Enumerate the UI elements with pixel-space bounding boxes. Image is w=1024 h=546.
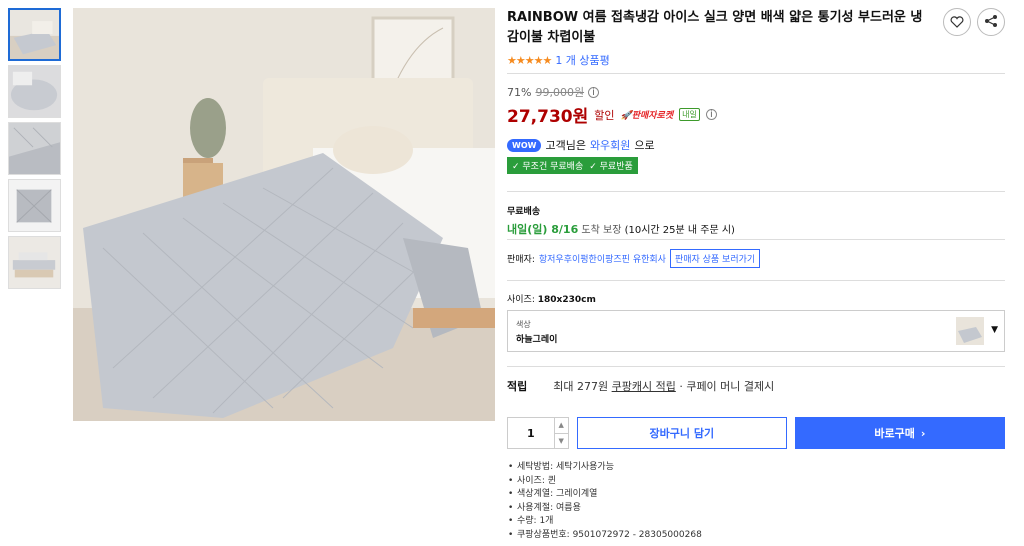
- coupang-cash-link[interactable]: 쿠팡캐시 적립: [612, 380, 676, 393]
- order-deadline: (10시간 25분 내 주문 시): [624, 225, 735, 236]
- thumbnail-3[interactable]: [8, 122, 61, 175]
- seller-name-link[interactable]: 항저우후이펑한이팡즈핀 유한회사: [539, 252, 666, 265]
- info-icon[interactable]: i: [705, 109, 717, 120]
- thumbnail-1[interactable]: [8, 8, 61, 61]
- wow-suffix: 으로: [634, 139, 655, 152]
- current-price: 27,730원: [507, 107, 589, 127]
- tomorrow-badge: 내일: [679, 108, 700, 121]
- share-icon: [984, 13, 998, 32]
- buy-now-button[interactable]: 바로구매 ›: [794, 417, 1005, 449]
- free-return-benefit: ✓ 무료반품: [589, 162, 633, 172]
- quantity-up-icon[interactable]: ▲: [554, 418, 568, 434]
- discount-rate: 71%: [507, 85, 532, 99]
- chevron-right-icon: ›: [920, 426, 926, 440]
- arrival-guarantee: 도착 보장: [581, 225, 622, 236]
- free-shipping-benefit: ✓ 무조건 무료배송: [512, 162, 584, 172]
- wow-prefix: 고객님은: [545, 139, 586, 152]
- share-button[interactable]: [977, 8, 1005, 36]
- divider: [507, 239, 1005, 240]
- wow-member-link[interactable]: 와우회원: [590, 137, 630, 153]
- spec-list: 세탁방법: 세탁기사용가능 사이즈: 퀸 색상계열: 그레이계열 사용계절: 여…: [507, 461, 1005, 542]
- seller-products-button[interactable]: 판매자 상품 보러가기: [669, 249, 761, 268]
- spec-item: 사이즈: 퀸: [507, 475, 1005, 489]
- spec-item: 사용계절: 여름용: [507, 502, 1005, 516]
- seller-rocket-badge: 🚀판매자로켓: [620, 111, 674, 121]
- product-info: RAINBOW 여름 접촉냉감 아이스 실크 양면 배색 얇은 통기성 부드러운…: [507, 8, 1005, 542]
- divider: [507, 280, 1005, 281]
- seller-label: 판매자:: [507, 255, 535, 265]
- spec-item: 쿠팡상품번호: 9501072972 - 28305000268: [507, 529, 1005, 543]
- color-label: 색상: [516, 320, 531, 329]
- quantity-down-icon[interactable]: ▼: [555, 434, 568, 449]
- quantity-stepper[interactable]: 1 ▲ ▼: [507, 417, 569, 449]
- points-title: 적립: [507, 380, 528, 393]
- thumbnail-4[interactable]: [8, 179, 61, 232]
- add-to-cart-button[interactable]: 장바구니 담기: [576, 417, 787, 449]
- quantity-value[interactable]: 1: [508, 418, 554, 448]
- points-max: 최대 277원: [553, 380, 609, 393]
- arrival-date: 내일(일) 8/16: [507, 223, 579, 236]
- review-count-link[interactable]: 1 개 상품평: [555, 52, 609, 68]
- size-value: 180x230cm: [537, 295, 596, 305]
- thumbnail-5[interactable]: [8, 236, 61, 289]
- divider: [507, 191, 1005, 192]
- rating-stars: ★★★★★: [507, 53, 552, 67]
- color-value: 하늘그레이: [516, 335, 558, 345]
- thumbnail-2[interactable]: [8, 65, 61, 118]
- product-title: RAINBOW 여름 접촉냉감 아이스 실크 양면 배색 얇은 통기성 부드러운…: [507, 10, 923, 45]
- wow-badge: WOW: [507, 138, 542, 152]
- wishlist-button[interactable]: [943, 8, 971, 36]
- color-swatch: [956, 317, 984, 345]
- discount-label: 할인: [594, 108, 615, 122]
- heart-icon: [950, 13, 964, 32]
- color-select[interactable]: 색상 하늘그레이 ▼: [507, 310, 1005, 352]
- points-suffix: · 쿠페이 머니 결제시: [679, 380, 775, 393]
- info-icon[interactable]: i: [588, 86, 600, 98]
- thumbnail-list: [8, 8, 62, 293]
- spec-item: 색상계열: 그레이계열: [507, 488, 1005, 502]
- wow-benefits: ✓ 무조건 무료배송 ✓ 무료반품: [507, 157, 638, 174]
- buy-now-label: 바로구매: [874, 427, 915, 440]
- main-product-image: [73, 8, 495, 421]
- divider: [507, 366, 1005, 367]
- spec-item: 수량: 1개: [507, 515, 1005, 529]
- size-label: 사이즈:: [507, 295, 535, 305]
- spec-item: 세탁방법: 세탁기사용가능: [507, 461, 1005, 475]
- caret-down-icon: ▼: [991, 325, 998, 335]
- original-price: 99,000원: [535, 86, 585, 99]
- shipping-label: 무료배송: [507, 207, 541, 217]
- divider: [507, 73, 1005, 74]
